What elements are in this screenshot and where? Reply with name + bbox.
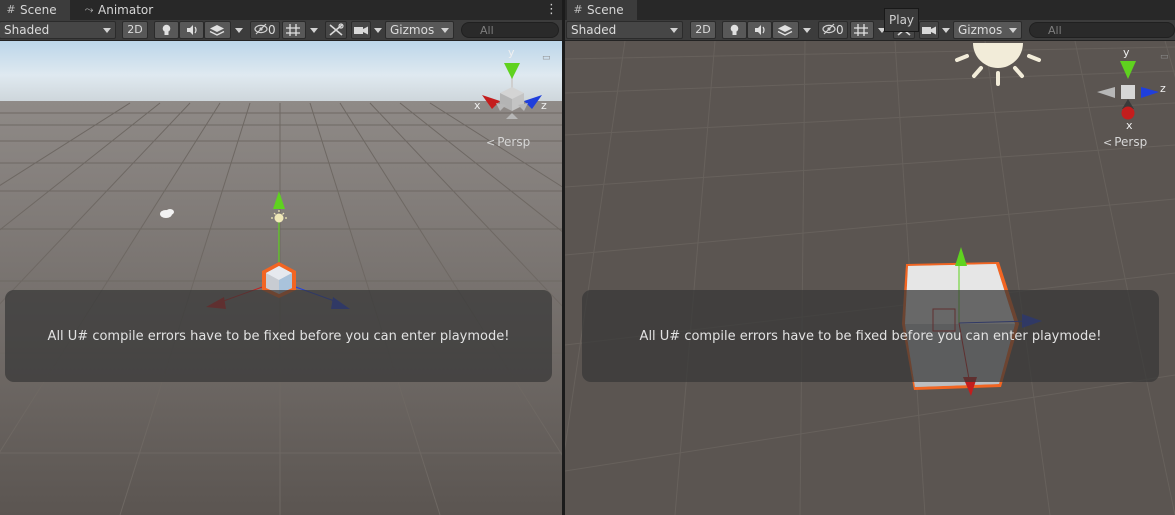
- grid-dropdown-caret[interactable]: [307, 21, 321, 39]
- camera-button[interactable]: [919, 21, 939, 39]
- toggle-2d-button[interactable]: 2D: [690, 21, 716, 39]
- playmode-error-overlay: All U# compile errors have to be fixed b…: [5, 290, 552, 382]
- lighting-toggle-button[interactable]: [722, 21, 747, 39]
- hidden-eye-icon: [822, 23, 836, 35]
- projection-label: Persp: [497, 135, 531, 149]
- tab-scene[interactable]: # Scene: [0, 0, 70, 20]
- camera-dropdown-caret[interactable]: [371, 21, 385, 39]
- camera-button[interactable]: [351, 21, 371, 39]
- grid-toggle-button[interactable]: [282, 21, 306, 39]
- lightbulb-icon: [730, 24, 739, 35]
- lock-icon[interactable]: ▭: [542, 53, 551, 63]
- scene-render: [0, 41, 562, 515]
- grid-toggle-button[interactable]: [850, 21, 874, 39]
- speaker-icon: [755, 25, 765, 35]
- scene-panel-right: # Scene Shaded 2D 0 Gizmos All Play y z …: [565, 0, 1175, 515]
- effects-toggle-button[interactable]: [204, 21, 231, 39]
- lock-icon[interactable]: ▭: [1160, 52, 1169, 62]
- scene-visibility-toggle[interactable]: 0: [250, 21, 280, 39]
- toggle-2d-button[interactable]: 2D: [122, 21, 148, 39]
- y-axis-label: y: [508, 46, 515, 59]
- camera-icon: [922, 26, 936, 35]
- grid-snapping-icon: [854, 24, 868, 36]
- perspective-icon: <: [486, 136, 496, 149]
- effects-layers-icon: [209, 25, 225, 36]
- camera-icon: [354, 26, 368, 35]
- sky: [0, 41, 562, 103]
- shading-mode-dropdown[interactable]: Shaded: [0, 21, 116, 39]
- scene-toolbar: Shaded 2D 0 Gizmos All: [565, 20, 1175, 41]
- gizmos-dropdown[interactable]: Gizmos: [953, 21, 1022, 39]
- effects-layers-icon: [777, 25, 793, 36]
- hidden-count: 0: [836, 23, 844, 37]
- scene-visibility-toggle[interactable]: 0: [818, 21, 848, 39]
- x-axis-label: x: [474, 99, 481, 112]
- shading-mode-label: Shaded: [571, 23, 617, 37]
- gizmos-label: Gizmos: [958, 23, 1003, 37]
- play-tooltip: Play: [884, 8, 920, 32]
- z-axis-label: z: [541, 99, 547, 112]
- ground-plane: [565, 41, 1175, 515]
- gizmos-label: Gizmos: [390, 23, 435, 37]
- search-input[interactable]: [461, 22, 559, 38]
- animator-icon: ⤳: [84, 3, 94, 16]
- search-input[interactable]: [1029, 22, 1175, 38]
- playmode-error-overlay: All U# compile errors have to be fixed b…: [582, 290, 1159, 382]
- tools-button[interactable]: [325, 21, 347, 39]
- more-options-icon[interactable]: ⋮: [545, 2, 558, 18]
- overlay-message: All U# compile errors have to be fixed b…: [639, 328, 1102, 344]
- grid-icon: #: [573, 3, 583, 16]
- x-axis-label: x: [1126, 119, 1133, 132]
- scene-viewport[interactable]: y x z ▭ < Persp All U# compile errors hav…: [0, 41, 562, 515]
- gizmos-dropdown[interactable]: Gizmos: [385, 21, 454, 39]
- audio-toggle-button[interactable]: [747, 21, 772, 39]
- projection-label: Persp: [1114, 135, 1148, 149]
- grid-icon: #: [6, 3, 16, 16]
- tab-bar: # Scene ⤳ Animator ⋮: [0, 0, 562, 21]
- tab-animator[interactable]: ⤳ Animator: [78, 0, 158, 20]
- shading-mode-dropdown[interactable]: Shaded: [566, 21, 683, 39]
- tooltip-text: Play: [889, 13, 915, 27]
- effects-dropdown-caret[interactable]: [232, 21, 246, 39]
- lighting-toggle-button[interactable]: [154, 21, 179, 39]
- perspective-icon: <: [1103, 136, 1113, 149]
- tools-icon: [329, 23, 344, 36]
- camera-dropdown-caret[interactable]: [939, 21, 953, 39]
- tab-scene[interactable]: # Scene: [567, 0, 637, 20]
- scene-viewport[interactable]: y z x ▭ < Persp All U# compile errors hav…: [565, 41, 1175, 515]
- shading-mode-label: Shaded: [4, 23, 50, 37]
- overlay-message: All U# compile errors have to be fixed b…: [47, 328, 510, 344]
- scene-render: [565, 41, 1175, 515]
- effects-toggle-button[interactable]: [772, 21, 799, 39]
- editor-root: # Scene ⤳ Animator ⋮ Shaded 2D 0 Gizmos …: [0, 0, 1175, 515]
- toggle-2d-label: 2D: [127, 23, 143, 36]
- hidden-eye-icon: [254, 23, 268, 35]
- projection-toggle[interactable]: < Persp: [1103, 135, 1147, 150]
- effects-dropdown-caret[interactable]: [800, 21, 814, 39]
- hidden-count: 0: [268, 23, 276, 37]
- tab-bar: # Scene: [565, 0, 1175, 21]
- scene-panel-left: # Scene ⤳ Animator ⋮ Shaded 2D 0 Gizmos …: [0, 0, 562, 515]
- projection-toggle[interactable]: < Persp: [486, 135, 530, 150]
- tab-label: Scene: [20, 3, 57, 17]
- tab-label: Animator: [98, 3, 154, 17]
- grid-snapping-icon: [286, 24, 300, 36]
- y-axis-label: y: [1123, 46, 1130, 59]
- audio-toggle-button[interactable]: [179, 21, 204, 39]
- lightbulb-icon: [162, 24, 171, 35]
- toggle-2d-label: 2D: [695, 23, 711, 36]
- scene-toolbar: Shaded 2D 0 Gizmos All: [0, 20, 562, 41]
- z-axis-label: z: [1160, 82, 1166, 95]
- tab-label: Scene: [587, 3, 624, 17]
- speaker-icon: [187, 25, 197, 35]
